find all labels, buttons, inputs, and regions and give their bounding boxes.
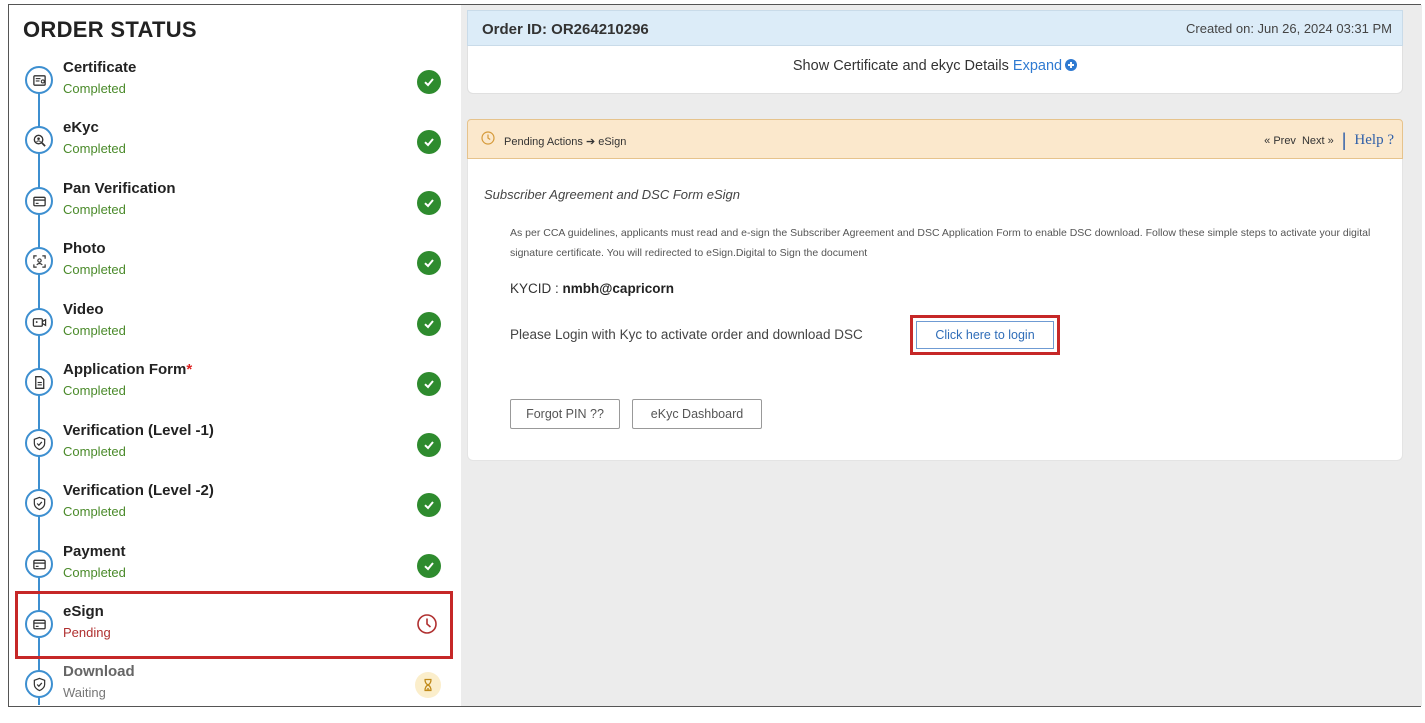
step-status: Completed bbox=[63, 202, 126, 217]
check-icon bbox=[417, 554, 441, 578]
check-icon bbox=[417, 191, 441, 215]
login-highlight-box: Click here to login bbox=[910, 315, 1060, 355]
expand-label: Expand bbox=[1012, 58, 1063, 74]
step-label: Video bbox=[63, 301, 104, 318]
kycid-row: KYCID : nmbh@capricorn bbox=[510, 281, 674, 296]
help-link[interactable]: Help ? bbox=[1354, 132, 1394, 149]
required-mark: * bbox=[186, 361, 193, 378]
search-person-icon bbox=[25, 126, 53, 154]
step-pan-verification[interactable]: Pan Verification Completed bbox=[9, 180, 461, 240]
check-icon bbox=[417, 251, 441, 275]
step-status: Waiting bbox=[63, 685, 106, 700]
prev-link[interactable]: « Prev bbox=[1264, 135, 1296, 147]
step-video[interactable]: Video Completed bbox=[9, 301, 461, 361]
app-frame: ORDER STATUS Certificate Completed eKyc … bbox=[8, 4, 1422, 707]
step-verification-level-1[interactable]: Verification (Level -1) Completed bbox=[9, 422, 461, 482]
check-icon bbox=[417, 70, 441, 94]
panel-title: Subscriber Agreement and DSC Form eSign bbox=[484, 187, 741, 202]
step-esign[interactable]: eSign Pending bbox=[9, 603, 461, 663]
details-text: Show Certificate and ekyc Details bbox=[792, 58, 1009, 74]
step-status: Completed bbox=[63, 141, 126, 156]
step-photo[interactable]: Photo Completed bbox=[9, 240, 461, 300]
step-status: Completed bbox=[63, 383, 126, 398]
step-certificate[interactable]: Certificate Completed bbox=[9, 59, 461, 119]
pending-actions-bar: Pending Actions ➔ eSign « Prev Next » | … bbox=[467, 119, 1403, 159]
shield-check-icon bbox=[25, 429, 53, 457]
check-icon bbox=[417, 312, 441, 336]
order-id: Order ID: OR264210296 bbox=[482, 21, 649, 38]
certificate-icon bbox=[25, 66, 53, 94]
video-icon bbox=[25, 308, 53, 336]
check-icon bbox=[417, 433, 441, 457]
panel-description: As per CCA guidelines, applicants must r… bbox=[510, 227, 1371, 259]
sidebar-title: ORDER STATUS bbox=[23, 17, 197, 42]
created-on: Created on: Jun 26, 2024 03:31 PM bbox=[1186, 21, 1392, 36]
card-icon bbox=[25, 550, 53, 578]
step-label: Verification (Level -1) bbox=[63, 422, 214, 439]
order-status-sidebar: ORDER STATUS Certificate Completed eKyc … bbox=[9, 5, 461, 706]
login-prompt: Please Login with Kyc to activate order … bbox=[510, 327, 863, 342]
step-status: Completed bbox=[63, 262, 126, 277]
shield-check-icon bbox=[25, 489, 53, 517]
step-label: eKyc bbox=[63, 119, 99, 136]
step-status: Completed bbox=[63, 81, 126, 96]
check-icon bbox=[417, 130, 441, 154]
details-row: Show Certificate and ekyc Details Expand bbox=[468, 58, 1402, 74]
next-link[interactable]: Next » bbox=[1302, 135, 1334, 147]
step-status: Completed bbox=[63, 504, 126, 519]
card-icon bbox=[25, 610, 53, 638]
step-label: eSign bbox=[63, 603, 104, 620]
check-icon bbox=[417, 493, 441, 517]
step-label: Application Form* bbox=[63, 361, 192, 378]
check-icon bbox=[417, 372, 441, 396]
kycid-value: nmbh@capricorn bbox=[562, 281, 674, 296]
esign-panel: Subscriber Agreement and DSC Form eSign … bbox=[467, 159, 1403, 461]
expand-link[interactable]: Expand bbox=[1012, 58, 1078, 74]
login-button[interactable]: Click here to login bbox=[916, 321, 1054, 349]
document-icon bbox=[25, 368, 53, 396]
step-status: Completed bbox=[63, 323, 126, 338]
forgot-pin-button[interactable]: Forgot PIN ?? bbox=[510, 399, 620, 429]
photo-icon bbox=[25, 247, 53, 275]
step-application-form[interactable]: Application Form* Completed bbox=[9, 361, 461, 421]
step-status: Completed bbox=[63, 444, 126, 459]
step-label: Certificate bbox=[63, 59, 137, 76]
step-label: Verification (Level -2) bbox=[63, 482, 214, 499]
step-verification-level-2[interactable]: Verification (Level -2) Completed bbox=[9, 482, 461, 542]
order-header: Order ID: OR264210296 Created on: Jun 26… bbox=[467, 10, 1403, 46]
step-ekyc[interactable]: eKyc Completed bbox=[9, 119, 461, 179]
step-label: Payment bbox=[63, 543, 126, 560]
pending-breadcrumb: Pending Actions ➔ eSign bbox=[504, 136, 627, 148]
step-status: Pending bbox=[63, 625, 111, 640]
details-bar: Show Certificate and ekyc Details Expand bbox=[467, 46, 1403, 94]
main-content: Order ID: OR264210296 Created on: Jun 26… bbox=[461, 5, 1422, 706]
pager-nav: « Prev Next » | Help ? bbox=[1264, 130, 1394, 151]
ekyc-dashboard-button[interactable]: eKyc Dashboard bbox=[632, 399, 762, 429]
clock-icon bbox=[417, 614, 437, 634]
step-label: Photo bbox=[63, 240, 106, 257]
nav-separator: | bbox=[1341, 130, 1347, 150]
step-label-text: Application Form bbox=[63, 361, 187, 378]
hourglass-icon bbox=[415, 672, 441, 698]
step-download[interactable]: Download Waiting bbox=[9, 663, 461, 723]
step-status: Completed bbox=[63, 565, 126, 580]
step-label: Download bbox=[63, 663, 135, 680]
kycid-label: KYCID : bbox=[510, 281, 563, 296]
card-icon bbox=[25, 187, 53, 215]
shield-check-icon bbox=[25, 670, 53, 698]
plus-circle-icon bbox=[1065, 59, 1078, 71]
pending-clock-icon bbox=[481, 131, 495, 145]
step-label: Pan Verification bbox=[63, 180, 176, 197]
